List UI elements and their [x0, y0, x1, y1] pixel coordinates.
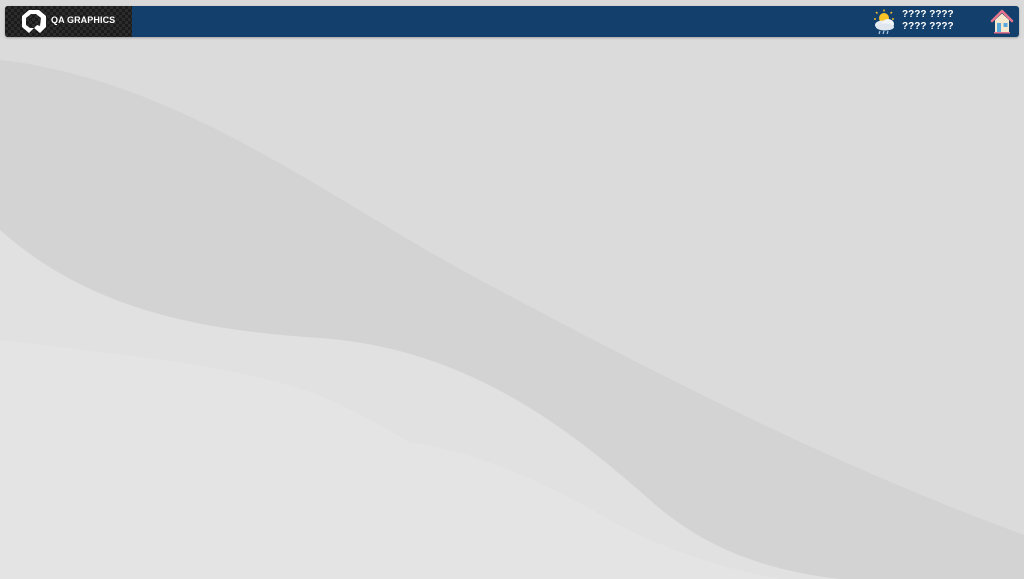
- weather-line-1: ???? ????: [902, 9, 954, 20]
- logo-text: QA GRAPHICS: [51, 15, 116, 25]
- background-waves: [0, 0, 1024, 579]
- qa-graphics-logo-icon: [22, 10, 46, 33]
- logo: QA GRAPHICS: [5, 6, 132, 37]
- dashboard-screen: QA GRAPHICS ???? ???? ???? ????: [0, 0, 1024, 579]
- weather-info: ???? ???? ???? ????: [902, 9, 954, 33]
- weather-line-2: ???? ????: [902, 21, 954, 32]
- home-icon[interactable]: [990, 9, 1014, 34]
- top-bar: QA GRAPHICS ???? ???? ???? ????: [5, 6, 1019, 37]
- partly-cloudy-rain-icon: [874, 9, 894, 35]
